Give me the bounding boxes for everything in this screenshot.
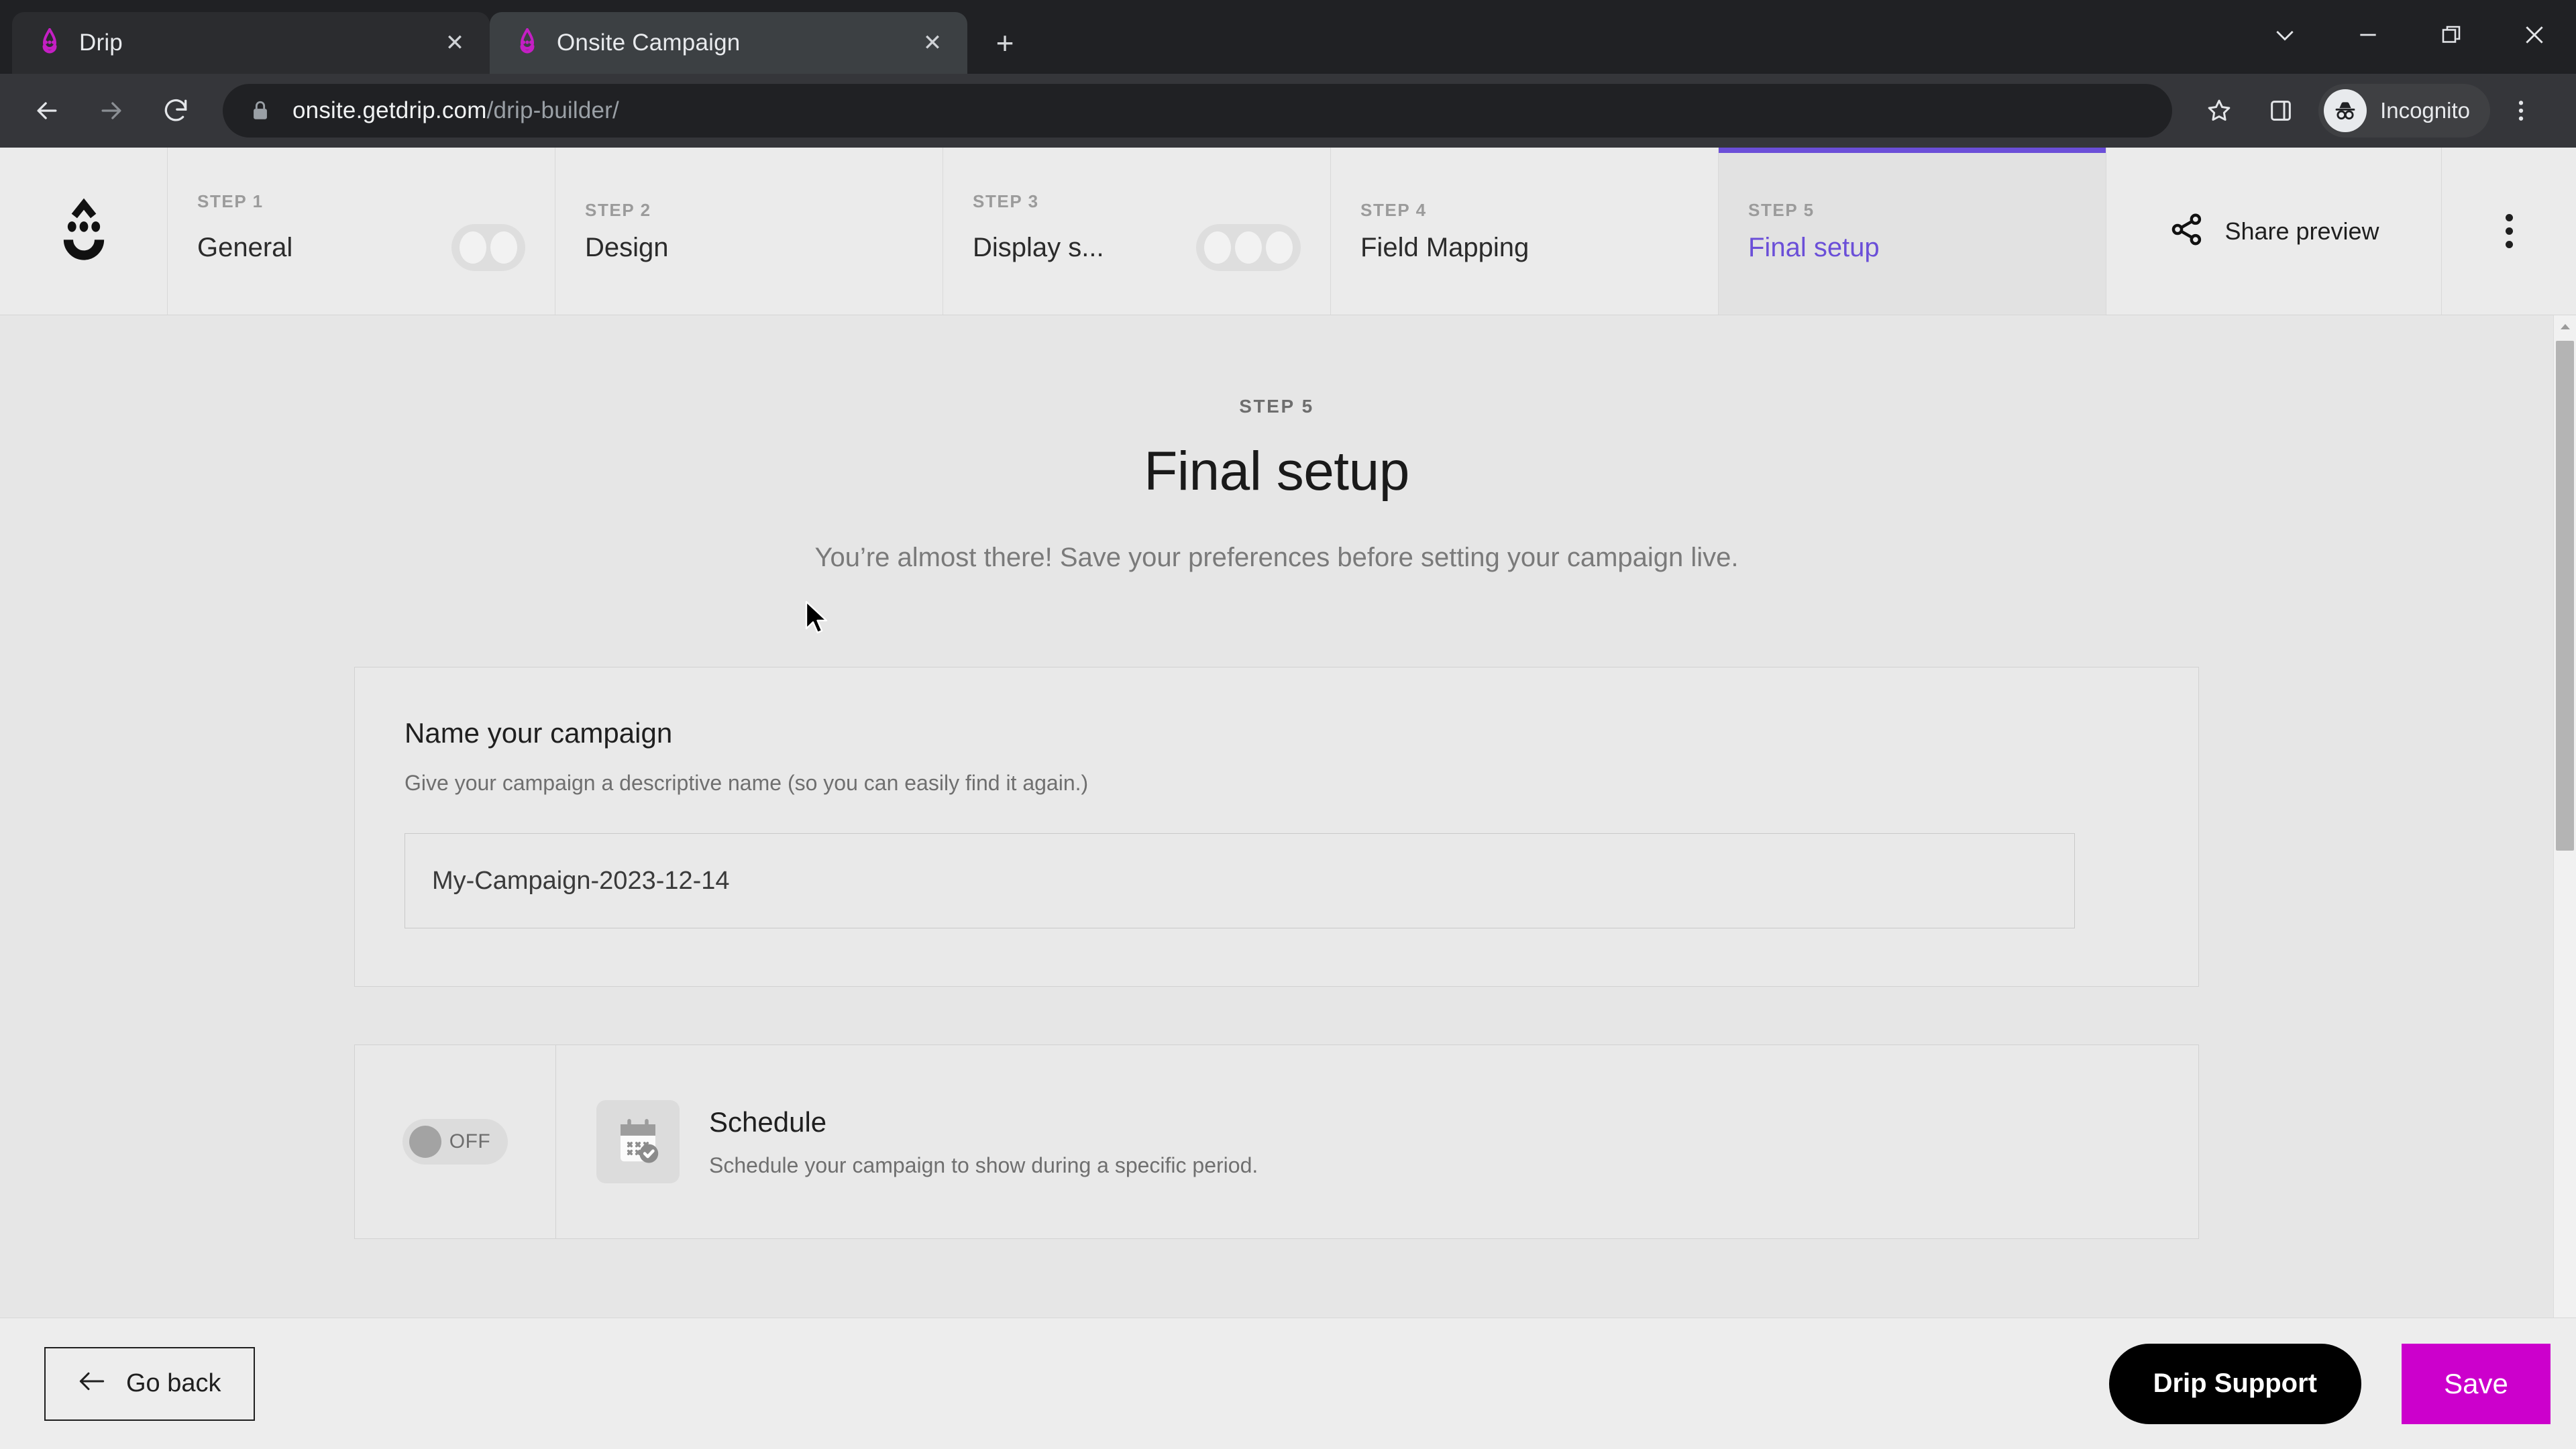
vertical-scrollbar[interactable]	[2553, 315, 2576, 1318]
drip-logo-icon	[35, 28, 64, 58]
step-badge-dots	[451, 224, 525, 271]
step-name: Final setup	[1748, 232, 1880, 262]
step-item-display-settings[interactable]: STEP 3 Display s...	[943, 148, 1331, 315]
step-name: Design	[585, 232, 669, 262]
reload-icon[interactable]	[144, 78, 208, 143]
drip-support-button[interactable]: Drip Support	[2108, 1343, 2361, 1424]
share-preview-button[interactable]: Share preview	[2106, 148, 2442, 315]
page-title: Final setup	[1144, 441, 1409, 502]
left-arrow-icon	[78, 1369, 106, 1398]
step-label: STEP 5	[1748, 199, 1815, 220]
footer-action-bar: Go back Drip Support Save	[0, 1318, 2576, 1449]
footer-right-actions: Drip Support Save	[2108, 1318, 2576, 1449]
page-subtitle: You’re almost there! Save your preferenc…	[814, 543, 1739, 572]
minimize-icon[interactable]	[2326, 0, 2410, 70]
three-dot-menu-icon	[2505, 214, 2513, 248]
schedule-toggle-cell: OFF	[355, 1045, 556, 1238]
go-back-label: Go back	[126, 1369, 221, 1397]
badge-dot	[460, 231, 486, 264]
step-item-general[interactable]: STEP 1 General	[168, 148, 555, 315]
step-label: STEP 3	[973, 191, 1039, 211]
hero-eyebrow: STEP 5	[1239, 396, 1314, 417]
step-item-design[interactable]: STEP 2 Design	[555, 148, 943, 315]
schedule-description: Schedule your campaign to show during a …	[709, 1152, 1258, 1177]
lock-icon	[247, 97, 274, 124]
tab-title: Drip	[79, 30, 123, 56]
schedule-body: Schedule Schedule your campaign to show …	[556, 1045, 2198, 1238]
new-tab-button[interactable]: +	[982, 20, 1028, 66]
incognito-profile-chip[interactable]: Incognito	[2318, 84, 2490, 138]
campaign-name-title: Name your campaign	[405, 717, 673, 749]
scroll-up-arrow-icon[interactable]	[2554, 315, 2576, 338]
schedule-card: OFF Schedule Schedule your campaign to s…	[354, 1044, 2199, 1239]
three-dot-menu-icon[interactable]	[2490, 80, 2552, 142]
browser-tab-drip[interactable]: Drip ✕	[12, 12, 490, 74]
campaign-name-description: Give your campaign a descriptive name (s…	[405, 771, 1089, 795]
save-button[interactable]: Save	[2402, 1343, 2551, 1424]
main-content: STEP 5 Final setup You’re almost there! …	[0, 315, 2576, 1318]
step-name: Display s...	[973, 232, 1104, 262]
address-bar[interactable]: onsite.getdrip.com/drip-builder/	[223, 84, 2173, 138]
schedule-text: Schedule Schedule your campaign to show …	[709, 1106, 1258, 1178]
step-label: STEP 4	[1360, 199, 1427, 220]
close-icon[interactable]	[2493, 0, 2576, 70]
side-panel-icon[interactable]	[2250, 80, 2312, 142]
campaign-name-card: Name your campaign Give your campaign a …	[354, 667, 2199, 987]
step-badge-dots	[1196, 224, 1301, 271]
step-overflow-menu-button[interactable]	[2442, 148, 2576, 315]
step-label: STEP 1	[197, 191, 264, 211]
badge-dot	[490, 231, 517, 264]
url-host: onsite.getdrip.com	[292, 97, 487, 123]
star-icon[interactable]	[2188, 80, 2250, 142]
schedule-toggle[interactable]: OFF	[402, 1119, 508, 1165]
badge-dot	[1204, 231, 1231, 264]
tab-strip: Drip ✕ Onsite Campaign ✕ +	[0, 0, 2576, 74]
forward-arrow-icon[interactable]	[79, 78, 144, 143]
drip-logo-icon	[513, 28, 542, 58]
step-item-final-setup[interactable]: STEP 5 Final setup	[1719, 148, 2106, 315]
scrollbar-thumb[interactable]	[2556, 341, 2574, 851]
badge-dot	[1235, 231, 1262, 264]
scrollable-content: STEP 5 Final setup You’re almost there! …	[0, 315, 2553, 1318]
menu-dot	[2505, 241, 2513, 248]
menu-dot	[2505, 227, 2513, 235]
back-arrow-icon[interactable]	[15, 78, 79, 143]
toggle-knob	[409, 1126, 441, 1158]
share-preview-label: Share preview	[2224, 217, 2379, 245]
close-icon[interactable]: ✕	[437, 25, 472, 60]
window-controls	[2243, 0, 2576, 70]
calendar-check-icon	[596, 1100, 680, 1183]
campaign-name-input[interactable]: My-Campaign-2023-12-14	[405, 833, 2075, 928]
toggle-state-label: OFF	[449, 1130, 491, 1152]
step-name: General	[197, 232, 293, 262]
go-back-button[interactable]: Go back	[44, 1346, 255, 1421]
restore-icon[interactable]	[2410, 0, 2493, 70]
browser-toolbar: onsite.getdrip.com/drip-builder/ Incogni…	[0, 74, 2576, 148]
tab-title: Onsite Campaign	[557, 30, 741, 56]
url-text: onsite.getdrip.com/drip-builder/	[292, 97, 619, 124]
page-viewport: STEP 1 General STEP 2 Design STEP 3 Disp…	[0, 148, 2576, 1449]
close-icon[interactable]: ✕	[915, 25, 950, 60]
browser-window: Drip ✕ Onsite Campaign ✕ + onsite.getdri…	[0, 0, 2576, 1449]
chevron-down-icon[interactable]	[2243, 0, 2326, 70]
step-name: Field Mapping	[1360, 232, 1529, 262]
incognito-avatar	[2324, 89, 2367, 132]
incognito-label: Incognito	[2380, 98, 2470, 123]
step-label: STEP 2	[585, 199, 651, 220]
share-network-icon	[2168, 211, 2206, 252]
step-item-field-mapping[interactable]: STEP 4 Field Mapping	[1331, 148, 1719, 315]
step-navigation-bar: STEP 1 General STEP 2 Design STEP 3 Disp…	[0, 148, 2576, 315]
url-path: /drip-builder/	[486, 97, 619, 123]
menu-dot	[2505, 214, 2513, 221]
badge-dot	[1266, 231, 1293, 264]
page-hero: STEP 5 Final setup You’re almost there! …	[0, 396, 2553, 578]
browser-tab-onsite-campaign[interactable]: Onsite Campaign ✕	[490, 12, 967, 74]
schedule-title: Schedule	[709, 1106, 827, 1138]
campaign-name-value: My-Campaign-2023-12-14	[432, 866, 730, 895]
drip-smiley-logo[interactable]	[0, 148, 168, 315]
